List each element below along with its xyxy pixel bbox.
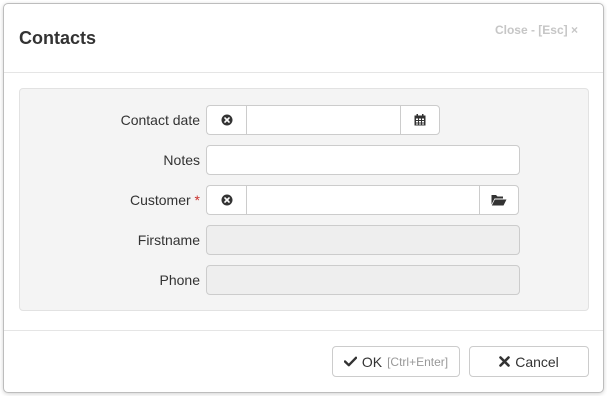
customer-input[interactable] bbox=[246, 185, 479, 215]
ok-label: OK bbox=[361, 353, 383, 370]
phone-input bbox=[206, 265, 520, 295]
firstname-label: Firstname bbox=[137, 232, 200, 248]
ok-button[interactable]: OK [Ctrl+Enter] bbox=[332, 346, 460, 377]
row-notes: Notes bbox=[20, 145, 588, 175]
customer-label-text: Customer bbox=[129, 192, 191, 208]
ok-shortcut-hint: [Ctrl+Enter] bbox=[387, 354, 449, 369]
required-mark: * bbox=[194, 192, 200, 208]
close-link[interactable]: Close - [Esc] × bbox=[495, 23, 578, 37]
times-circle-icon bbox=[221, 114, 232, 126]
check-icon bbox=[343, 356, 357, 367]
folder-open-icon bbox=[491, 195, 507, 206]
contact-date-calendar-button[interactable] bbox=[400, 105, 440, 135]
times-circle-icon bbox=[221, 194, 232, 206]
customer-label: Customer * bbox=[130, 192, 200, 208]
contact-date-input[interactable] bbox=[246, 105, 400, 135]
customer-clear-button[interactable] bbox=[206, 185, 246, 215]
cancel-label: Cancel bbox=[515, 353, 559, 370]
times-icon bbox=[499, 356, 511, 367]
phone-label: Phone bbox=[159, 272, 200, 288]
dialog-footer: OK [Ctrl+Enter] Cancel bbox=[4, 330, 603, 393]
firstname-input bbox=[206, 225, 520, 255]
row-customer: Customer * bbox=[20, 185, 588, 215]
row-contact-date: Contact date bbox=[20, 105, 588, 135]
contact-date-clear-button[interactable] bbox=[206, 105, 246, 135]
dialog-header: Contacts Close - [Esc] × bbox=[4, 4, 603, 73]
form-panel: Contact date Notes Customer * Firstname … bbox=[19, 88, 589, 311]
contacts-dialog: Contacts Close - [Esc] × Contact date No… bbox=[3, 3, 604, 393]
row-firstname: Firstname bbox=[20, 225, 588, 255]
calendar-icon bbox=[414, 114, 426, 126]
customer-browse-button[interactable] bbox=[479, 185, 519, 215]
notes-input[interactable] bbox=[206, 145, 520, 175]
cancel-button[interactable]: Cancel bbox=[469, 346, 589, 377]
contact-date-label: Contact date bbox=[120, 112, 200, 128]
customer-group bbox=[206, 185, 519, 215]
row-phone: Phone bbox=[20, 265, 588, 295]
dialog-title: Contacts bbox=[19, 28, 97, 48]
notes-label: Notes bbox=[163, 152, 200, 168]
contact-date-group bbox=[206, 105, 440, 135]
